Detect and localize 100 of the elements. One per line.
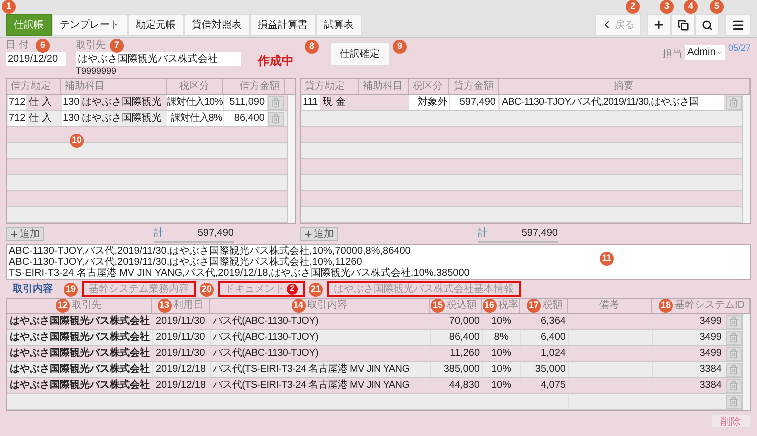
table-cell-text: はやぶさ国際観光バス株式会社 <box>9 314 151 329</box>
tax-category-field[interactable]: 課対仕入10% <box>167 95 223 110</box>
column-header: 借方金額 <box>240 80 280 92</box>
table-cell: バス代(ABC-1130-TJOY) <box>210 346 430 361</box>
sub-account-name: はやぶさ国際観光 <box>82 96 162 110</box>
plus-icon <box>10 230 19 238</box>
table-cell: 10% <box>482 362 520 377</box>
record-count: 05/27 <box>728 42 751 55</box>
column-header: 税込額 <box>447 300 477 312</box>
table-cell: 2019/12/18 <box>152 362 210 377</box>
delete-row-button[interactable] <box>726 330 742 344</box>
table-cell-text: はやぶさ国際観光バス株式会社 <box>9 346 151 361</box>
add-button[interactable] <box>647 14 671 36</box>
delete-row-button[interactable] <box>268 96 284 110</box>
column-header: 税区分 <box>413 80 443 92</box>
table-cell: 8% <box>482 330 520 345</box>
table-cell: 10% <box>482 378 520 393</box>
nav-tab[interactable]: 勘定元帳 <box>128 14 184 36</box>
description-field[interactable]: ABC-1130-TJOY,バス代,2019/11/30,はやぶさ国 <box>500 95 724 110</box>
delete-row-button[interactable] <box>268 112 284 126</box>
table-cell: 10% <box>482 346 520 361</box>
partner-field[interactable]: はやぶさ国際観光バス株式会社 <box>76 52 241 66</box>
sub-account-code-field[interactable]: 130 <box>62 95 80 110</box>
delete-row-button[interactable] <box>726 362 742 376</box>
amount-field[interactable]: 597,490 <box>450 95 498 110</box>
delete-row-button[interactable] <box>726 314 742 328</box>
nav-tab[interactable]: テンプレート <box>52 14 128 36</box>
column-header: 基幹システムID <box>675 300 745 312</box>
add-row-button[interactable]: 追加 <box>6 227 44 241</box>
table-cell: 3499 <box>652 346 724 361</box>
add-row-button[interactable]: 追加 <box>300 227 338 241</box>
callout-number: 19 <box>64 283 78 297</box>
account-name: 仕 入 <box>29 96 52 110</box>
callout-number: 8 <box>305 40 319 54</box>
table-cell: 86,400 <box>430 330 482 345</box>
table-cell: 3384 <box>652 362 724 377</box>
table-cell: 1,024 <box>520 346 568 361</box>
staff-select[interactable]: Admin <box>685 45 726 60</box>
table-cell: 2019/11/30 <box>152 314 210 329</box>
amount-field[interactable]: 511,090 <box>224 95 267 110</box>
copy-button[interactable] <box>671 14 695 36</box>
trash-icon <box>271 114 281 124</box>
account-name: 仕 入 <box>29 112 52 126</box>
date-field[interactable]: 2019/12/20 <box>6 52 66 66</box>
callout-number: 20 <box>200 283 214 297</box>
table-cell: バス代(ABC-1130-TJOY) <box>210 330 430 345</box>
table-cell-text: はやぶさ国際観光バス株式会社 <box>9 378 151 393</box>
account-name: 現 金 <box>323 96 346 110</box>
detail-tab[interactable]: 取引内容 <box>6 281 60 297</box>
delete-row-button[interactable] <box>726 394 742 408</box>
search-icon <box>702 20 712 30</box>
memo-line: ABC-1130-TJOY,バス代,2019/11/30,はやぶさ国際観光バス株式会社,10%,11260 <box>9 257 362 268</box>
date-label: 日 付 <box>6 40 29 52</box>
amount-field[interactable]: 86,400 <box>224 111 267 126</box>
account-code-field[interactable]: 712 <box>8 111 26 126</box>
detail-tab[interactable]: ドキュメント 2 <box>218 281 305 297</box>
column-header: 税区分 <box>180 80 210 92</box>
trash-icon <box>729 348 739 358</box>
status-text: 作成中 <box>258 53 294 70</box>
search-button[interactable] <box>695 14 719 36</box>
total-label: 計 <box>154 226 164 240</box>
callout-number: 18 <box>659 299 673 313</box>
nav-tab[interactable]: 損益計算書 <box>250 14 316 36</box>
scrollbar[interactable] <box>287 95 295 223</box>
copy-icon <box>678 20 688 30</box>
table-cell: 2019/11/30 <box>152 330 210 345</box>
column-header: 借方勘定 <box>11 80 51 92</box>
scrollbar[interactable] <box>742 95 750 223</box>
tax-category-field[interactable]: 課対仕入8% <box>167 111 223 126</box>
table-cell: 6,364 <box>520 314 568 329</box>
table-cell: 385,000 <box>430 362 482 377</box>
callout-number: 14 <box>292 299 306 313</box>
total-amount: 597,490 <box>198 226 234 240</box>
column-header: 補助科目 <box>363 80 403 92</box>
table-cell: 3384 <box>652 378 724 393</box>
nav-tab[interactable]: 試算表 <box>316 14 362 36</box>
table-cell: 3499 <box>652 314 724 329</box>
tax-category-field[interactable]: 対象外 <box>409 95 449 110</box>
scrollbar[interactable] <box>742 314 750 410</box>
table-cell: バス代(TS-EIRI-T3-24 名古屋港 MV JIN YANG <box>210 378 430 393</box>
menu-button[interactable] <box>725 14 751 36</box>
delete-row-button[interactable] <box>726 96 742 110</box>
column-header: 税率 <box>498 300 518 312</box>
callout-number: 15 <box>431 299 445 313</box>
delete-row-button[interactable] <box>726 346 742 360</box>
account-code-field[interactable]: 111 <box>302 95 320 110</box>
table-cell-text: はやぶさ国際観光バス株式会社 <box>9 362 151 377</box>
nav-tab[interactable]: 貸借対照表 <box>184 14 250 36</box>
column-header: 貸方勘定 <box>305 80 345 92</box>
chevron-down-icon <box>716 48 724 56</box>
column-header: 貸方金額 <box>454 80 494 92</box>
account-code-field[interactable]: 712 <box>8 95 26 110</box>
callout-number: 12 <box>56 299 70 313</box>
table-cell: 70,000 <box>430 314 482 329</box>
delete-row-button[interactable] <box>726 378 742 392</box>
total-amount: 597,490 <box>522 226 558 240</box>
table-cell: 2019/11/30 <box>152 346 210 361</box>
count-badge: 2 <box>287 284 298 294</box>
confirm-button[interactable]: 仕訳確定 <box>330 42 390 66</box>
sub-account-code-field[interactable]: 130 <box>62 111 80 126</box>
